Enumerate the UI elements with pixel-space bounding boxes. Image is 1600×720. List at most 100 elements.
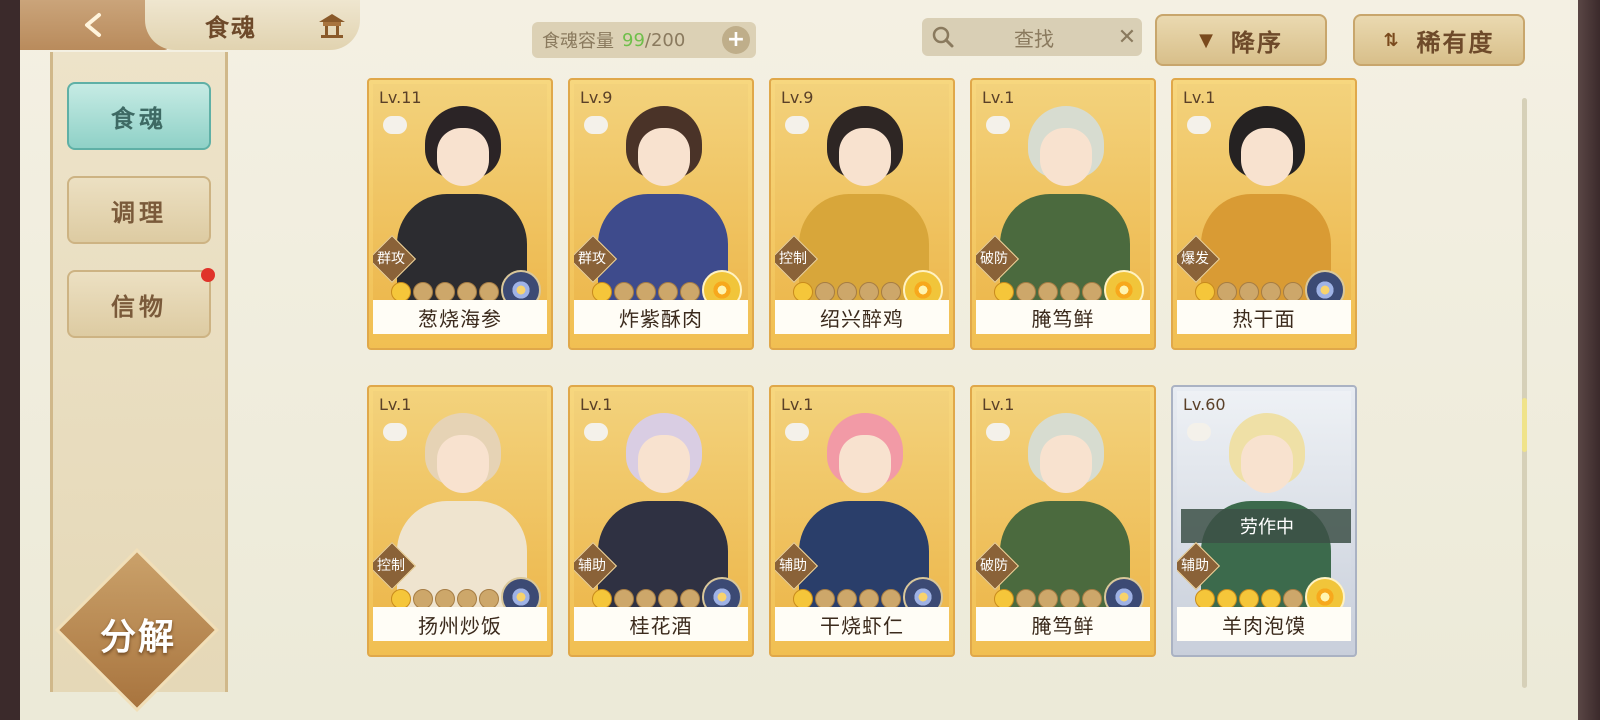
star-icon <box>881 589 901 607</box>
star-icon <box>793 589 813 607</box>
blue-flower-icon <box>501 270 541 300</box>
blue-flower-icon <box>501 577 541 607</box>
role-label: 控制 <box>377 558 405 574</box>
card-name: 炸紫酥肉 <box>574 300 748 334</box>
search-field[interactable]: 查找 ✕ <box>922 18 1142 56</box>
star-icon <box>815 589 835 607</box>
flower-glyph <box>913 587 933 607</box>
star-rating <box>592 589 700 607</box>
notification-dot <box>201 268 215 282</box>
food-soul-card[interactable]: Lv.60 劳作中 辅助 羊肉泡馍 <box>1171 385 1357 657</box>
star-icon <box>1239 282 1259 300</box>
lock-toggle-icon[interactable] <box>584 423 608 441</box>
flower-glyph <box>511 587 531 607</box>
pavilion-icon[interactable] <box>317 12 347 38</box>
food-soul-card[interactable]: Lv.1 控制 扬州炒饭 <box>367 385 553 657</box>
role-label: 群攻 <box>377 251 405 267</box>
character-portrait: Lv.1 辅助 <box>775 391 949 607</box>
card-name: 腌笃鲜 <box>976 300 1150 334</box>
card-level: Lv.1 <box>1183 88 1216 107</box>
search-icon <box>932 26 954 48</box>
blue-flower-icon <box>1305 270 1345 300</box>
blue-flower-icon <box>702 577 742 607</box>
star-rating <box>994 589 1102 607</box>
star-icon <box>680 589 700 607</box>
card-level: Lv.1 <box>982 88 1015 107</box>
lock-toggle-icon[interactable] <box>584 116 608 134</box>
role-badge: 破防 <box>976 541 1020 591</box>
lock-toggle-icon[interactable] <box>1187 116 1211 134</box>
scrollbar[interactable] <box>1522 98 1527 688</box>
card-level: Lv.11 <box>379 88 422 107</box>
page-title: 食魂 <box>205 13 257 42</box>
role-label: 辅助 <box>1181 558 1209 574</box>
card-level: Lv.1 <box>580 395 613 414</box>
food-soul-card[interactable]: Lv.11 群攻 葱烧海参 <box>367 78 553 350</box>
lock-toggle-icon[interactable] <box>383 116 407 134</box>
character-portrait: Lv.1 爆发 <box>1177 84 1351 300</box>
star-icon <box>1016 589 1036 607</box>
star-rating <box>391 282 499 300</box>
lock-toggle-icon[interactable] <box>785 116 809 134</box>
card-level: Lv.1 <box>982 395 1015 414</box>
lock-toggle-icon[interactable] <box>986 423 1010 441</box>
role-badge: 辅助 <box>1177 541 1221 591</box>
star-icon <box>658 589 678 607</box>
star-icon <box>479 282 499 300</box>
capacity-current: 99 <box>622 29 645 51</box>
sidebar-item-food-souls[interactable]: 食魂 <box>67 82 211 150</box>
character-portrait: Lv.1 破防 <box>976 84 1150 300</box>
star-icon <box>479 589 499 607</box>
role-label: 破防 <box>980 558 1008 574</box>
star-icon <box>994 282 1014 300</box>
star-icon <box>1261 589 1281 607</box>
add-capacity-button[interactable]: + <box>722 26 750 54</box>
lock-toggle-icon[interactable] <box>383 423 407 441</box>
star-icon <box>658 282 678 300</box>
character-face <box>1241 128 1293 186</box>
food-soul-card[interactable]: Lv.9 控制 绍兴醉鸡 <box>769 78 955 350</box>
star-icon <box>815 282 835 300</box>
sort-order-button[interactable]: ▼ 降序 <box>1155 14 1327 66</box>
star-icon <box>457 589 477 607</box>
star-icon <box>680 282 700 300</box>
character-face <box>1040 128 1092 186</box>
character-face <box>638 435 690 493</box>
character-portrait: Lv.11 群攻 <box>373 84 547 300</box>
lock-toggle-icon[interactable] <box>986 116 1010 134</box>
food-soul-card[interactable]: Lv.9 群攻 炸紫酥肉 <box>568 78 754 350</box>
clear-search-icon[interactable]: ✕ <box>1112 25 1142 50</box>
sidebar: 食魂 调理 信物 分解 <box>50 52 228 713</box>
star-icon <box>1195 282 1215 300</box>
role-badge: 群攻 <box>373 234 417 284</box>
star-icon <box>614 589 634 607</box>
food-soul-card[interactable]: Lv.1 破防 腌笃鲜 <box>970 385 1156 657</box>
star-icon <box>391 589 411 607</box>
decompose-label[interactable]: 分解 <box>83 608 193 660</box>
lock-toggle-icon[interactable] <box>785 423 809 441</box>
star-icon <box>1082 282 1102 300</box>
sort-arrows-icon: ⇅ <box>1383 29 1401 51</box>
sort-key-button[interactable]: ⇅ 稀有度 <box>1353 14 1525 66</box>
food-soul-card[interactable]: Lv.1 辅助 干烧虾仁 <box>769 385 955 657</box>
card-name: 羊肉泡馍 <box>1177 607 1351 641</box>
star-icon <box>1283 282 1303 300</box>
scrollbar-thumb[interactable] <box>1522 398 1527 452</box>
star-icon <box>1195 589 1215 607</box>
role-label: 破防 <box>980 251 1008 267</box>
sidebar-item-tokens[interactable]: 信物 <box>67 268 215 338</box>
role-label: 群攻 <box>578 251 606 267</box>
character-face <box>437 128 489 186</box>
lock-toggle-icon[interactable] <box>1187 423 1211 441</box>
triangle-down-icon: ▼ <box>1199 29 1215 51</box>
food-soul-card[interactable]: Lv.1 辅助 桂花酒 <box>568 385 754 657</box>
sort-order-label: 降序 <box>1230 28 1283 57</box>
role-badge: 辅助 <box>775 541 819 591</box>
star-icon <box>636 589 656 607</box>
sidebar-item-cooking[interactable]: 调理 <box>67 176 211 244</box>
gold-flower-icon <box>702 270 742 300</box>
food-soul-card[interactable]: Lv.1 爆发 热干面 <box>1171 78 1357 350</box>
food-soul-card[interactable]: Lv.1 破防腌笃鲜 <box>970 78 1156 350</box>
role-label: 辅助 <box>779 558 807 574</box>
working-status-badge: 劳作中 <box>1181 509 1351 543</box>
